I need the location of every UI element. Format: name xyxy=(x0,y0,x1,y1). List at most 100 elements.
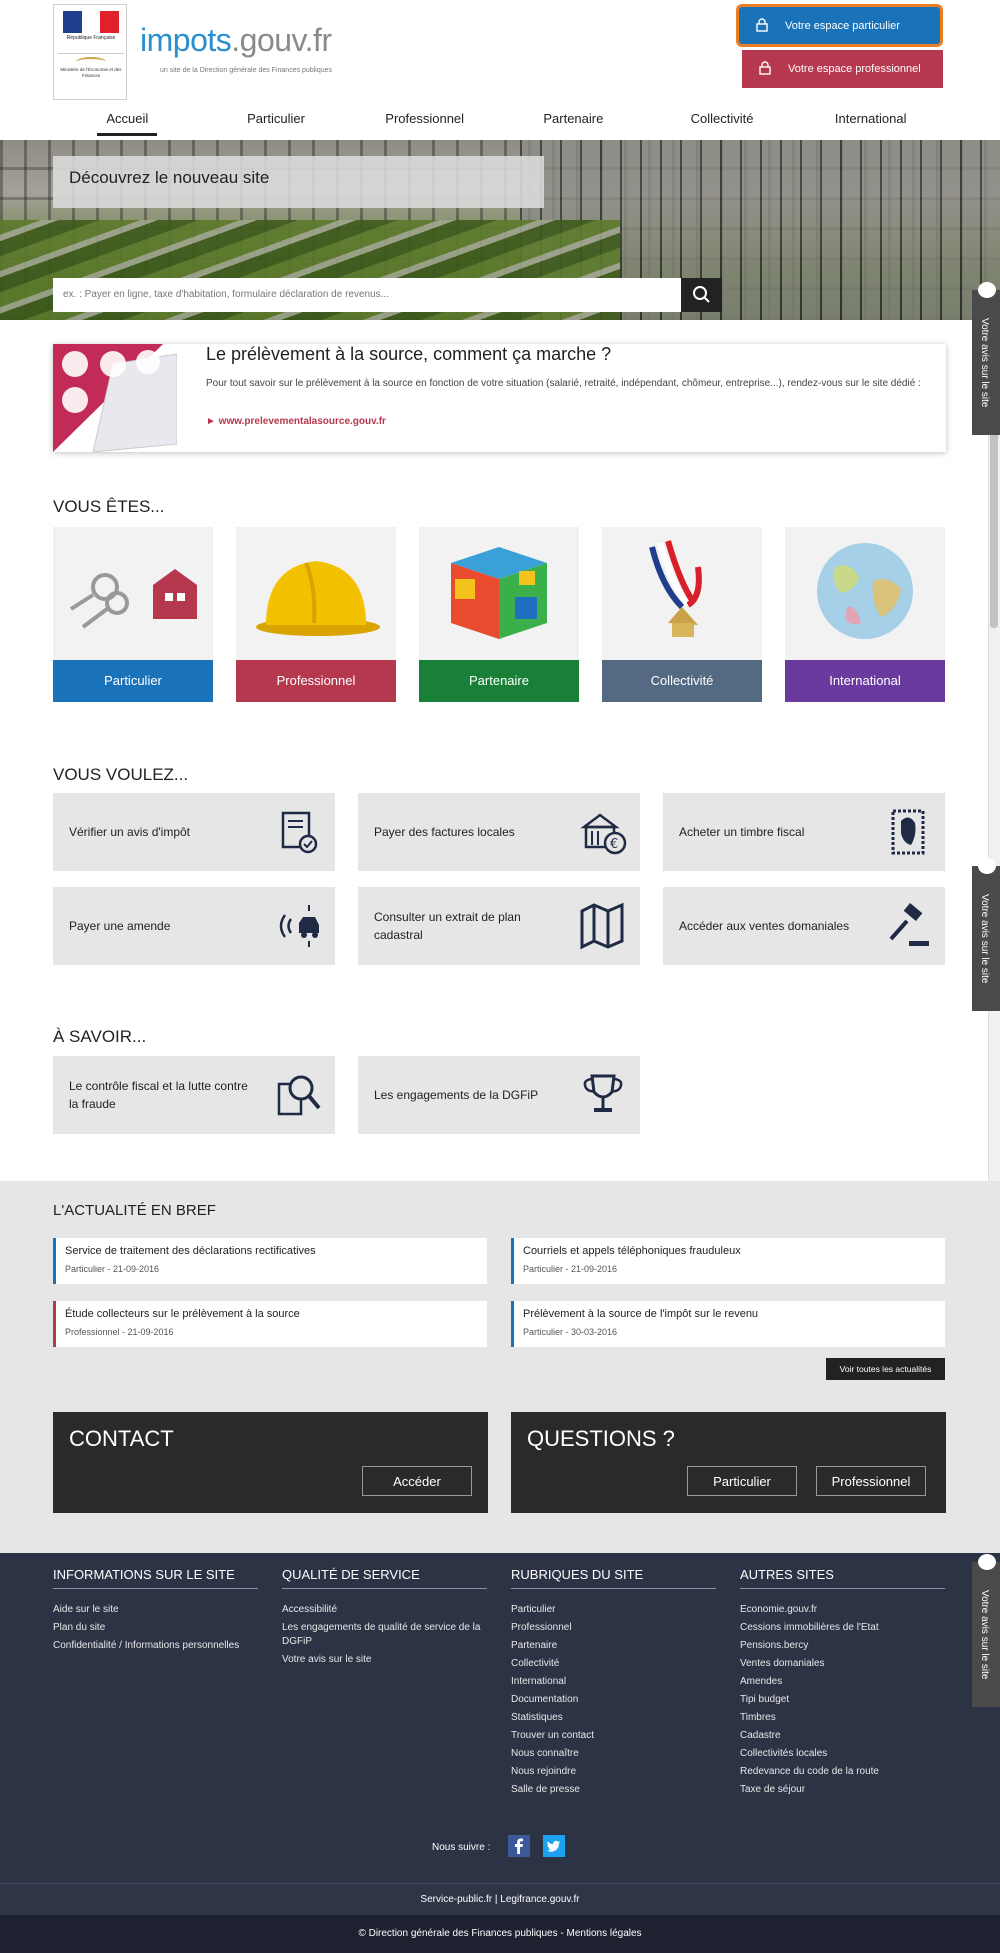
profile-card-partenaire[interactable]: Partenaire xyxy=(419,527,579,702)
profile-card-collectivite[interactable]: Collectivité xyxy=(602,527,762,702)
svg-text:€: € xyxy=(610,837,618,852)
profile-card-professionnel[interactable]: Professionnel xyxy=(236,527,396,702)
profile-label-professionnel: Professionnel xyxy=(236,660,396,702)
promo-link[interactable]: ► www.prelevementalasource.gouv.fr xyxy=(206,416,386,427)
search-button[interactable] xyxy=(681,278,722,312)
feedback-tab[interactable]: Votre avis sur le site xyxy=(972,858,1000,1011)
footer-link[interactable]: Accessibilité xyxy=(282,1603,487,1617)
facebook-icon[interactable] xyxy=(508,1835,530,1857)
footer-link[interactable]: Salle de presse xyxy=(511,1783,716,1797)
footer-col-qualite: QUALITÉ DE SERVICE Accessibilité Les eng… xyxy=(282,1567,487,1671)
footer-link[interactable]: Cessions immobilières de l'Etat xyxy=(740,1621,945,1635)
copyright-bar[interactable]: © Direction générale des Finances publiq… xyxy=(0,1915,1000,1953)
keys-house-icon xyxy=(53,527,213,660)
contact-access-button[interactable]: Accéder xyxy=(362,1466,472,1496)
news-item-meta: Particulier - 30-03-2016 xyxy=(523,1327,618,1337)
marianne-logo[interactable]: République Française Ministère de l'Écon… xyxy=(53,4,127,100)
action-payer-factures[interactable]: Payer des factures locales € xyxy=(358,793,640,871)
nav-international[interactable]: International xyxy=(796,105,945,139)
footer-link[interactable]: Nous connaître xyxy=(511,1747,716,1761)
espace-particulier-button[interactable]: Votre espace particulier xyxy=(739,7,940,44)
footer-link[interactable]: Confidentialité / Informations personnel… xyxy=(53,1639,258,1653)
footer-link[interactable]: Aide sur le site xyxy=(53,1603,258,1617)
espace-professionnel-label: Votre espace professionnel xyxy=(788,63,921,75)
contact-box: CONTACT Accéder xyxy=(53,1412,488,1513)
magnifier-document-icon xyxy=(277,1075,321,1116)
espace-professionnel-button[interactable]: Votre espace professionnel xyxy=(742,50,943,88)
external-links-bar[interactable]: Service-public.fr | Legifrance.gouv.fr xyxy=(0,1883,1000,1915)
stamp-icon xyxy=(891,809,925,855)
globe-icon xyxy=(785,527,945,660)
all-news-button[interactable]: Voir toutes les actualités xyxy=(826,1358,945,1380)
gavel-icon xyxy=(889,903,929,946)
feedback-tab[interactable]: Votre avis sur le site xyxy=(972,282,1000,435)
prelevement-promo[interactable]: Le prélèvement à la source, comment ça m… xyxy=(53,344,946,452)
footer-link[interactable]: Timbres xyxy=(740,1711,945,1725)
nav-particulier[interactable]: Particulier xyxy=(202,105,351,139)
logo-main: impots xyxy=(140,22,232,58)
footer-link[interactable]: Pensions.bercy xyxy=(740,1639,945,1653)
search-icon xyxy=(693,286,710,303)
news-item-meta: Professionnel - 21-09-2016 xyxy=(65,1327,174,1337)
footer-link[interactable]: Cadastre xyxy=(740,1729,945,1743)
questions-particulier-button[interactable]: Particulier xyxy=(687,1466,797,1496)
nav-collectivite[interactable]: Collectivité xyxy=(648,105,797,139)
profile-card-particulier[interactable]: Particulier xyxy=(53,527,213,702)
a-savoir-title: À SAVOIR... xyxy=(53,1027,147,1046)
questions-professionnel-button[interactable]: Professionnel xyxy=(816,1466,926,1496)
profile-card-international[interactable]: International xyxy=(785,527,945,702)
footer-link[interactable]: Ventes domaniales xyxy=(740,1657,945,1671)
action-verifier-avis[interactable]: Vérifier un avis d'impôt xyxy=(53,793,335,871)
search-input[interactable]: ex. : Payer en ligne, taxe d'habitation,… xyxy=(53,278,681,312)
footer-link[interactable]: Amendes xyxy=(740,1675,945,1689)
news-item[interactable]: Étude collecteurs sur le prélèvement à l… xyxy=(53,1301,487,1347)
action-consulter-cadastre[interactable]: Consulter un extrait de plan cadastral xyxy=(358,887,640,965)
action-acheter-timbre[interactable]: Acheter un timbre fiscal xyxy=(663,793,945,871)
footer-link[interactable]: Nous rejoindre xyxy=(511,1765,716,1779)
footer-link[interactable]: Les engagements de qualité de service de… xyxy=(282,1621,487,1649)
action-label: Consulter un extrait de plan cadastral xyxy=(374,910,521,942)
footer-link[interactable]: Collectivité xyxy=(511,1657,716,1671)
info-engagements-dgfip[interactable]: Les engagements de la DGFiP xyxy=(358,1056,640,1134)
footer-col-title: QUALITÉ DE SERVICE xyxy=(282,1567,487,1589)
action-ventes-domaniales[interactable]: Accéder aux ventes domaniales xyxy=(663,887,945,965)
footer-link[interactable]: Professionnel xyxy=(511,1621,716,1635)
footer-link[interactable]: Tipi budget xyxy=(740,1693,945,1707)
new-site-banner[interactable]: Découvrez le nouveau site xyxy=(53,156,544,208)
site-logo[interactable]: impots.gouv.fr xyxy=(140,22,332,59)
footer-link[interactable]: Taxe de séjour xyxy=(740,1783,945,1797)
feedback-tab[interactable]: Votre avis sur le site xyxy=(972,1554,1000,1707)
footer-col-title: RUBRIQUES DU SITE xyxy=(511,1567,716,1589)
info-controle-fiscal[interactable]: Le contrôle fiscal et la lutte contre la… xyxy=(53,1056,335,1134)
footer-link[interactable]: Trouver un contact xyxy=(511,1729,716,1743)
footer-link[interactable]: Documentation xyxy=(511,1693,716,1707)
footer-link[interactable]: Statistiques xyxy=(511,1711,716,1725)
footer-link[interactable]: Redevance du code de la route xyxy=(740,1765,945,1779)
twitter-icon[interactable] xyxy=(543,1835,565,1857)
lock-icon xyxy=(759,61,771,75)
footer-link[interactable]: Plan du site xyxy=(53,1621,258,1635)
vous-voulez-title: VOUS VOULEZ... xyxy=(53,765,189,784)
news-item-title: Étude collecteurs sur le prélèvement à l… xyxy=(65,1308,300,1320)
news-item[interactable]: Prélèvement à la source de l'impôt sur l… xyxy=(511,1301,945,1347)
puzzle-cube-icon xyxy=(419,527,579,660)
footer-link[interactable]: Votre avis sur le site xyxy=(282,1653,487,1667)
action-payer-amende[interactable]: Payer une amende xyxy=(53,887,335,965)
action-label: Accéder aux ventes domaniales xyxy=(679,919,850,933)
footer-link[interactable]: Economie.gouv.fr xyxy=(740,1603,945,1617)
site-tagline: un site de la Direction générale des Fin… xyxy=(160,67,332,74)
prelevement-illustration xyxy=(53,344,177,452)
gov-label: République Française xyxy=(66,35,116,41)
footer-link[interactable]: Particulier xyxy=(511,1603,716,1617)
nav-partenaire[interactable]: Partenaire xyxy=(499,105,648,139)
mayor-sash-icon xyxy=(602,527,762,660)
espace-particulier-label: Votre espace particulier xyxy=(785,19,900,32)
footer-link[interactable]: International xyxy=(511,1675,716,1689)
footer-link[interactable]: Partenaire xyxy=(511,1639,716,1653)
nav-professionnel[interactable]: Professionnel xyxy=(350,105,499,139)
nav-accueil[interactable]: Accueil xyxy=(53,105,202,139)
news-item[interactable]: Courriels et appels téléphoniques fraudu… xyxy=(511,1238,945,1284)
news-item[interactable]: Service de traitement des déclarations r… xyxy=(53,1238,487,1284)
footer-link[interactable]: Collectivités locales xyxy=(740,1747,945,1761)
footer-col-autres: AUTRES SITES Economie.gouv.fr Cessions i… xyxy=(740,1567,945,1801)
